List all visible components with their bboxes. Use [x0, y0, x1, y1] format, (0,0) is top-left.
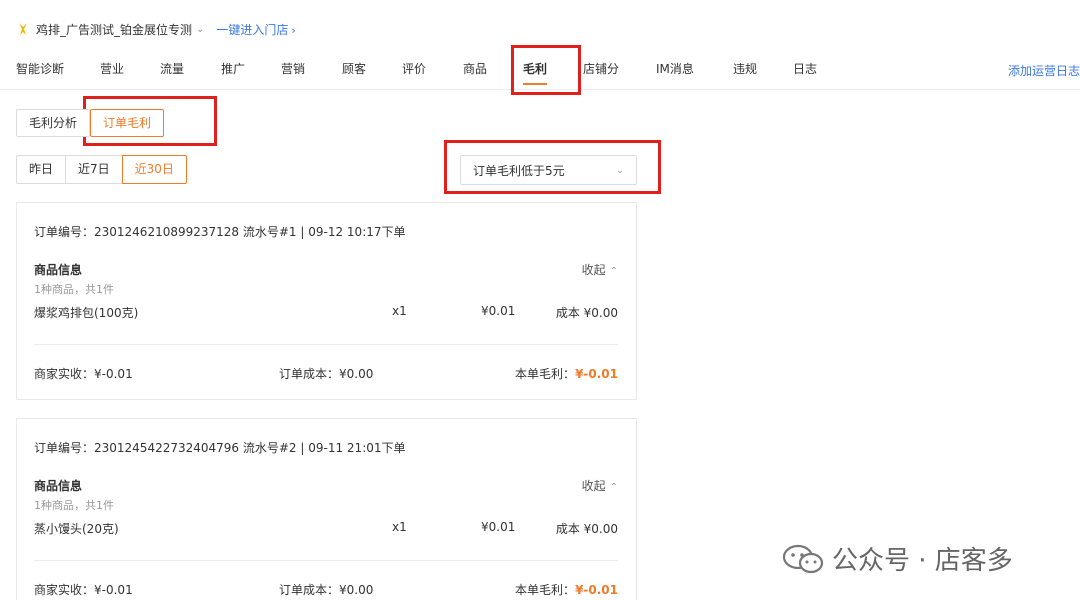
- divider: [34, 344, 618, 345]
- cost-value: ¥0.00: [339, 367, 374, 381]
- item-price: ¥0.01: [481, 304, 516, 318]
- item-qty: x1: [392, 520, 407, 534]
- order-profit: 本单毛利：¥-0.01: [515, 365, 618, 382]
- tab-violations[interactable]: 违规: [733, 60, 757, 77]
- order-card: 订单编号：2301245422732404796 流水号#2 | 09-11 2…: [16, 418, 637, 600]
- item-cost: 成本 ¥0.00: [555, 522, 618, 536]
- enter-store-link[interactable]: 一键进入门店 ›: [216, 21, 295, 38]
- merchant-received: 商家实收：¥-0.01: [34, 581, 133, 598]
- enter-store-label: 一键进入门店: [216, 22, 289, 37]
- profit-label: 本单毛利：: [515, 583, 576, 597]
- received-value: ¥-0.01: [94, 583, 133, 597]
- date-range-group: 昨日 近7日 近30日: [16, 155, 187, 184]
- tab-products[interactable]: 商品: [463, 60, 487, 77]
- collapse-label: 收起: [581, 479, 606, 493]
- chevron-down-icon: ⌄: [615, 164, 624, 176]
- received-label: 商家实收：: [34, 367, 95, 381]
- subtab-order-profit[interactable]: 订单毛利: [90, 109, 165, 137]
- tab-traffic[interactable]: 流量: [160, 60, 184, 77]
- cost-label: 订单成本：: [279, 583, 340, 597]
- tab-business[interactable]: 营业: [100, 60, 124, 77]
- collapse-label: 收起: [581, 263, 606, 277]
- collapse-button[interactable]: 收起 ⌃: [582, 261, 618, 278]
- goods-info-title: 商品信息: [34, 479, 83, 493]
- range-7days[interactable]: 近7日: [65, 155, 123, 184]
- watermark: 公众号 · 店客多: [782, 540, 1013, 577]
- chevron-right-icon: ›: [291, 23, 296, 37]
- annotation-box-nav: [511, 45, 581, 95]
- range-30days[interactable]: 近30日: [121, 155, 187, 184]
- goods-summary: 1种商品，共1件: [34, 499, 114, 512]
- received-value: ¥-0.01: [94, 367, 133, 381]
- received-label: 商家实收：: [34, 583, 95, 597]
- item-name: 蒸小馒头(20克): [34, 522, 119, 536]
- cost-value: ¥0.00: [339, 583, 374, 597]
- divider: [34, 560, 618, 561]
- tab-promotion[interactable]: 推广: [221, 60, 245, 77]
- tab-customers[interactable]: 顾客: [342, 60, 366, 77]
- tab-marketing[interactable]: 营销: [281, 60, 305, 77]
- item-price: ¥0.01: [481, 520, 516, 534]
- tab-reviews[interactable]: 评价: [402, 60, 426, 77]
- add-operation-log-link[interactable]: 添加运营日志: [1008, 62, 1080, 79]
- tab-log[interactable]: 日志: [793, 60, 817, 77]
- chevron-up-icon: ⌃: [609, 266, 618, 277]
- order-card: 订单编号：2301246210899237128 流水号#1 | 09-12 1…: [16, 202, 637, 400]
- order-header: 订单编号：2301246210899237128 流水号#1 | 09-12 1…: [34, 225, 406, 239]
- profit-value: ¥-0.01: [575, 583, 618, 597]
- item-qty: x1: [392, 304, 407, 318]
- store-logo-icon: [19, 23, 27, 35]
- chevron-up-icon: ⌃: [609, 482, 618, 493]
- watermark-text: 公众号 · 店客多: [832, 546, 1013, 576]
- goods-summary: 1种商品，共1件: [34, 283, 114, 296]
- profit-label: 本单毛利：: [515, 367, 576, 381]
- cost-label: 订单成本：: [279, 367, 340, 381]
- tab-im-messages[interactable]: IM消息: [656, 60, 694, 77]
- range-yesterday[interactable]: 昨日: [16, 155, 67, 184]
- order-profit: 本单毛利：¥-0.01: [515, 581, 618, 598]
- item-cost: 成本 ¥0.00: [555, 306, 618, 320]
- chevron-down-icon: ⌄: [196, 23, 205, 35]
- merchant-received: 商家实收：¥-0.01: [34, 365, 133, 382]
- order-cost: 订单成本：¥0.00: [279, 365, 373, 382]
- subtab-profit-analysis[interactable]: 毛利分析: [16, 109, 91, 137]
- item-name: 爆浆鸡排包(100克): [34, 306, 139, 320]
- goods-info-title: 商品信息: [34, 263, 83, 277]
- tab-store-score[interactable]: 店铺分: [583, 60, 619, 77]
- store-name: 鸡排_广告测试_铂金展位专测: [36, 22, 193, 37]
- profit-value: ¥-0.01: [575, 367, 618, 381]
- order-cost: 订单成本：¥0.00: [279, 581, 373, 598]
- profit-filter-select[interactable]: 订单毛利低于5元 ⌄: [460, 155, 637, 185]
- wechat-icon: [782, 544, 824, 573]
- store-switcher[interactable]: 鸡排_广告测试_铂金展位专测 ⌄ 一键进入门店 ›: [16, 19, 296, 39]
- order-header: 订单编号：2301245422732404796 流水号#2 | 09-11 2…: [34, 441, 406, 455]
- tab-diagnosis[interactable]: 智能诊断: [16, 60, 64, 77]
- collapse-button[interactable]: 收起 ⌃: [582, 477, 618, 494]
- filter-selected-value: 订单毛利低于5元: [473, 163, 565, 178]
